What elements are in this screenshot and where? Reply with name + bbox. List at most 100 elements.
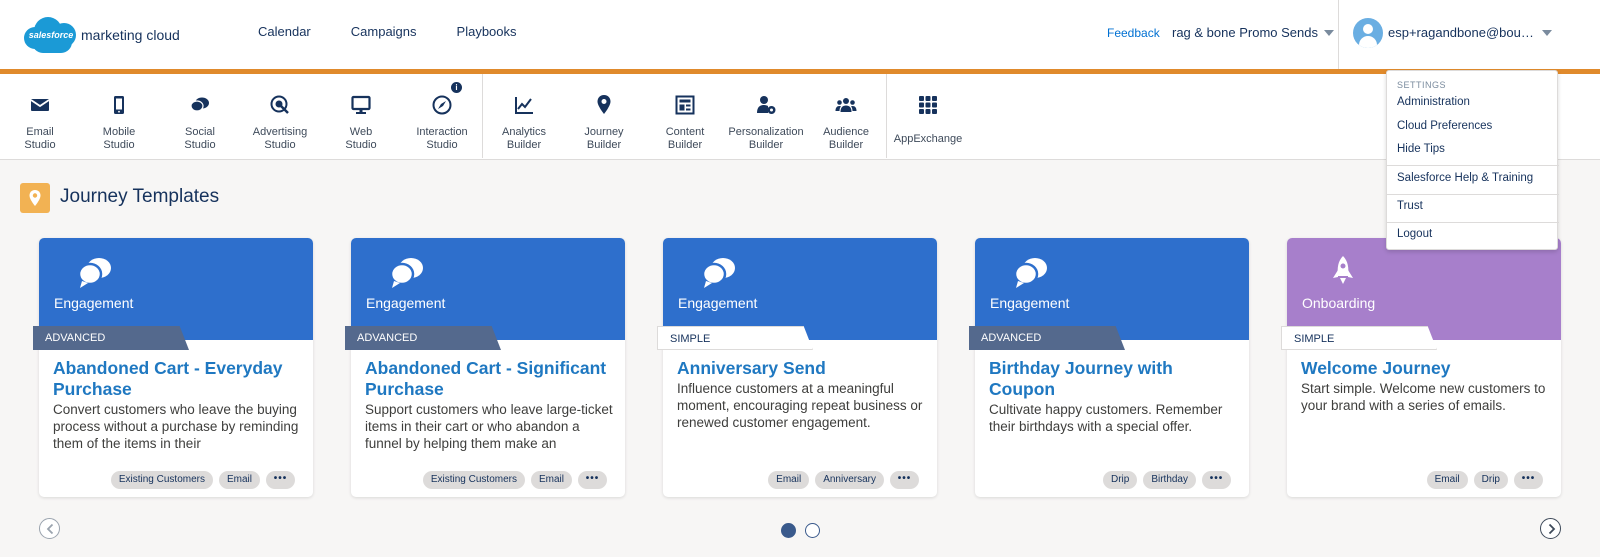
menu-item-help-training[interactable]: Salesforce Help & Training [1397,172,1533,184]
tag: Email [530,471,572,489]
more-tags-button[interactable]: ••• [1202,471,1231,489]
app-label-line2: Builder [667,139,703,151]
complexity-badge: SIMPLE [657,326,813,350]
app-web-studio[interactable]: Web Studio [321,74,401,160]
people-icon [835,98,857,112]
more-tags-button[interactable]: ••• [890,471,919,489]
user-avatar-icon[interactable] [1353,18,1383,48]
tag: Email [1426,471,1468,489]
business-unit-selector[interactable]: rag & bone Promo Sends [1172,25,1334,40]
feedback-link[interactable]: Feedback [1107,26,1160,40]
app-label-line2: Builder [506,139,542,151]
app-group-divider [482,74,483,158]
nav-playbooks[interactable]: Playbooks [457,24,517,39]
card-title[interactable]: Welcome Journey [1301,358,1551,379]
app-email-studio[interactable]: Email Studio [0,74,80,160]
template-card[interactable]: Engagement ADVANCED Abandoned Cart - Sig… [345,238,625,497]
menu-item-hide-tips[interactable]: Hide Tips [1397,143,1445,155]
tag: Drip [1473,471,1508,489]
carousel-page-dot-2[interactable] [805,523,820,538]
tag: Drip [1102,471,1138,489]
location-pin-icon [597,95,611,114]
template-card[interactable]: Onboarding SIMPLE Welcome Journey Start … [1281,238,1561,497]
app-advertising-studio[interactable]: Advertising Studio [240,74,320,160]
app-label-line2: Studio [264,139,296,151]
card-hero: Onboarding [1287,238,1561,340]
card-title[interactable]: Abandoned Cart - Significant Purchase [365,358,615,400]
card-tags: Email Drip ••• [1426,471,1543,489]
app-label-line2: Builder [586,139,622,151]
template-card[interactable]: Engagement ADVANCED Birthday Journey wit… [969,238,1249,497]
card-title[interactable]: Birthday Journey with Coupon [989,358,1239,400]
app-journey-builder[interactable]: Journey Builder [564,74,644,160]
card-hero: Engagement [663,238,937,340]
app-interaction-studio[interactable]: i Interaction Studio [402,74,482,160]
chevron-down-icon [1323,29,1334,36]
app-label-line2: Builder [828,139,864,151]
app-content-builder[interactable]: Content Builder [645,74,725,160]
user-menu-button[interactable]: esp+ragandbone@bounc... [1388,25,1538,40]
app-audience-builder[interactable]: Audience Builder [806,74,886,160]
chat-bubbles-icon [389,258,423,288]
salesforce-cloud-icon: salesforce [24,17,78,53]
carousel-next-button[interactable] [1540,518,1561,539]
menu-item-administration[interactable]: Administration [1397,96,1470,108]
person-gear-icon [757,96,776,114]
page-title: Journey Templates [60,186,220,207]
app-label-line1: Personalization [728,126,804,138]
app-label-line2: Studio [426,139,458,151]
complexity-badge: ADVANCED [969,326,1125,350]
card-description: Cultivate happy customers. Remember thei… [989,402,1223,434]
app-label-line1: Advertising [252,126,308,138]
app-analytics-builder[interactable]: Analytics Builder [484,74,564,160]
app-mobile-studio[interactable]: Mobile Studio [79,74,159,160]
card-description: Convert customers who leave the buying p… [53,402,299,451]
tag: Email [218,471,260,489]
card-category: Onboarding [1302,295,1376,311]
card-hero: Engagement [975,238,1249,340]
app-appexchange[interactable]: AppExchange [888,74,968,160]
menu-item-logout[interactable]: Logout [1397,228,1432,240]
card-title[interactable]: Abandoned Cart - Everyday Purchase [53,358,303,400]
tag: Anniversary [815,471,884,489]
app-label-line1: Web [349,126,373,138]
menu-item-trust[interactable]: Trust [1397,200,1423,212]
app-label-line1: Analytics [501,126,547,138]
business-unit-label: rag & bone Promo Sends [1172,25,1318,40]
card-tags: Drip Birthday ••• [1102,471,1231,489]
app-label-line1: Interaction [416,126,468,138]
template-card[interactable]: Engagement SIMPLE Anniversary Send Influ… [657,238,937,497]
nav-calendar[interactable]: Calendar [258,24,311,39]
menu-divider [1387,165,1559,166]
app-label-line1: AppExchange [893,133,963,145]
card-description: Start simple. Welcome new customers to y… [1301,381,1546,413]
app-label-line2: Builder [748,139,784,151]
nav-campaigns[interactable]: Campaigns [351,24,417,39]
chevron-down-icon[interactable] [1542,30,1552,36]
chat-bubbles-icon [1013,258,1047,288]
tag: Existing Customers [422,471,525,489]
layout-icon [675,95,695,115]
user-settings-dropdown: SETTINGS Administration Cloud Preference… [1386,70,1559,250]
line-chart-icon [515,97,533,114]
more-tags-button[interactable]: ••• [266,471,295,489]
app-personalization-builder[interactable]: Personalization Builder [726,74,806,160]
template-card[interactable]: Engagement ADVANCED Abandoned Cart - Eve… [33,238,313,497]
more-tags-button[interactable]: ••• [1514,471,1543,489]
salesforce-marketing-cloud-logo[interactable]: salesforce marketing cloud [24,16,180,54]
app-label-line1: Audience [823,126,869,138]
carousel-page-dot-1[interactable] [781,523,796,538]
app-label-line2: Studio [184,139,216,151]
card-tags: Existing Customers Email ••• [422,471,607,489]
top-navigation: Calendar Campaigns Playbooks [258,24,557,39]
product-name: marketing cloud [81,27,180,43]
more-tags-button[interactable]: ••• [578,471,607,489]
carousel-prev-button[interactable] [39,518,60,539]
card-title[interactable]: Anniversary Send [677,358,927,379]
app-label-line1: Social [185,126,215,138]
envelope-icon [30,99,50,111]
info-badge-icon: i [451,82,462,93]
app-social-studio[interactable]: Social Studio [160,74,240,160]
card-description: Support customers who leave large-ticket… [365,402,613,451]
menu-item-cloud-preferences[interactable]: Cloud Preferences [1397,120,1492,132]
